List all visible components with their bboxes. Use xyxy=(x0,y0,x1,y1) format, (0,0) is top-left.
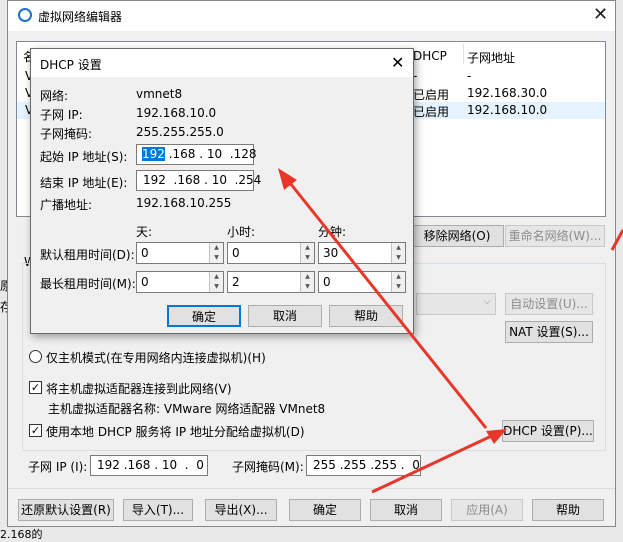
annotation-arrow-line xyxy=(284,177,488,429)
annotation-arrow-line xyxy=(371,430,501,494)
annotation-arrows xyxy=(278,168,623,494)
annotation-arrow-line xyxy=(610,229,623,251)
